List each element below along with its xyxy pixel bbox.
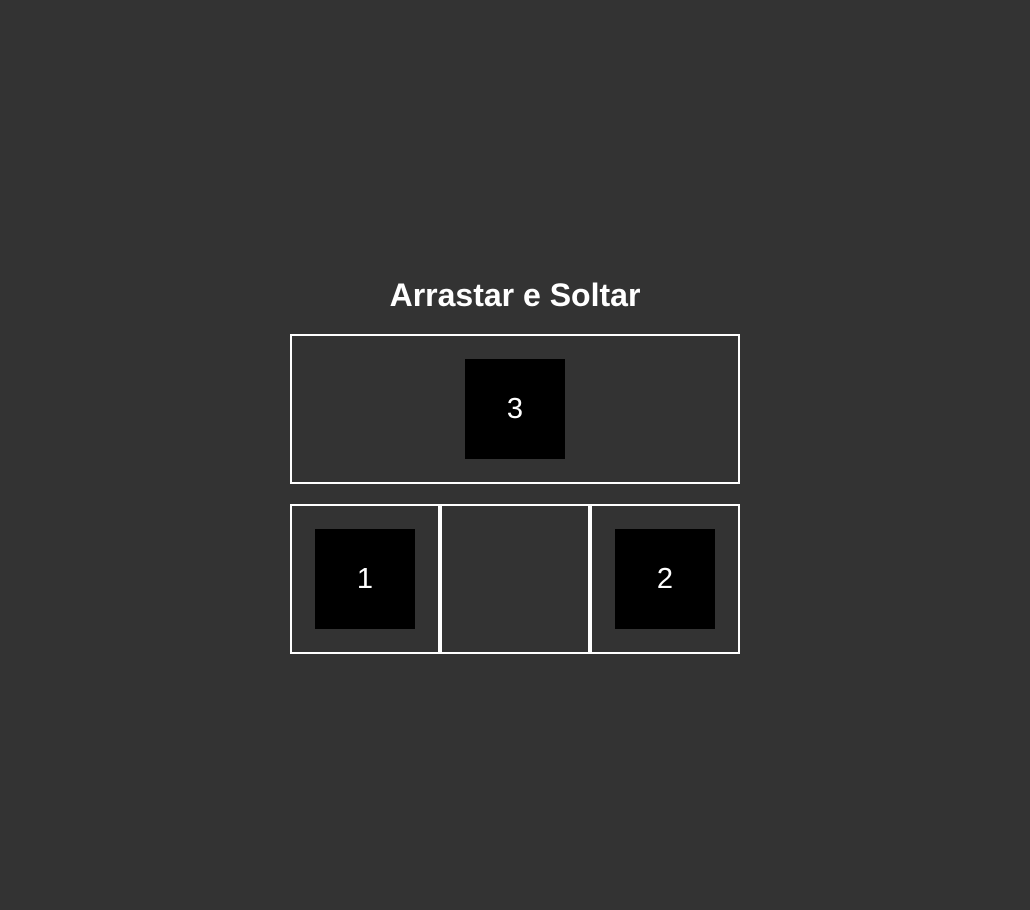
draggable-item-2[interactable]: 2 — [615, 529, 715, 629]
slot-middle[interactable] — [440, 504, 590, 654]
page-title: Arrastar e Soltar — [389, 277, 641, 313]
draggable-item-3[interactable]: 3 — [465, 359, 565, 459]
slot-right[interactable]: 2 — [590, 504, 740, 654]
slot-left[interactable]: 1 — [290, 504, 440, 654]
top-dropzone[interactable]: 3 — [290, 334, 740, 484]
draggable-item-1[interactable]: 1 — [315, 529, 415, 629]
slots-row: 1 2 — [290, 504, 740, 654]
drag-and-drop-app: Arrastar e Soltar 3 1 2 — [290, 277, 740, 654]
